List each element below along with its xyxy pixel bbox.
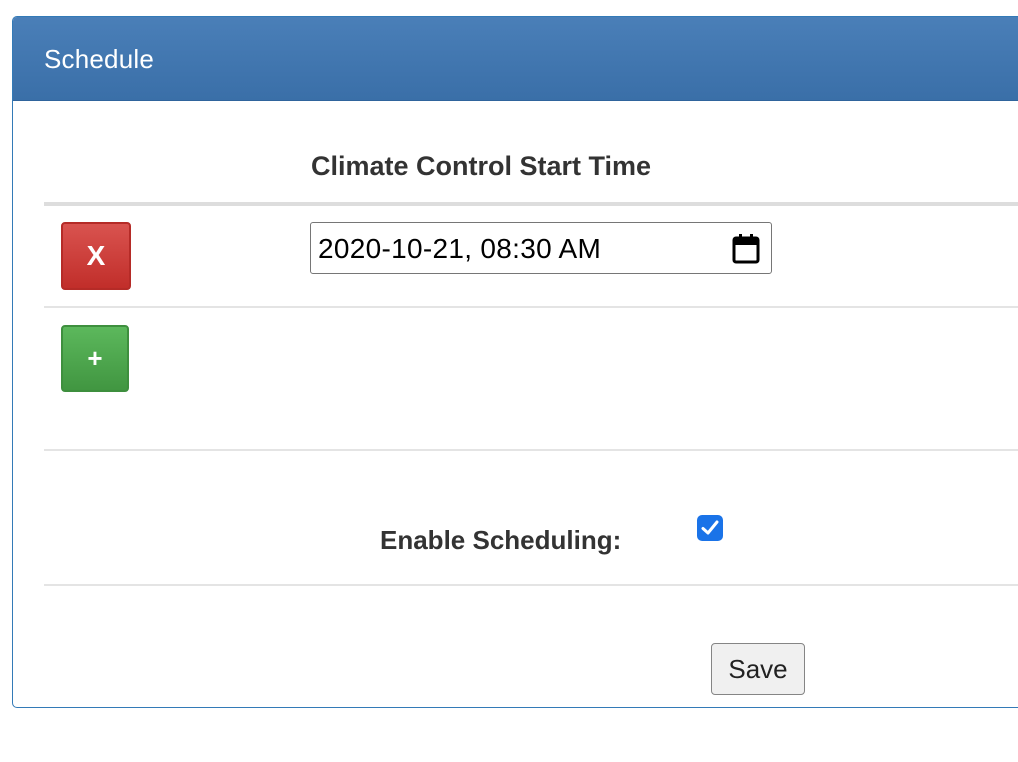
header-divider	[44, 202, 1018, 206]
remove-time-button[interactable]: X	[61, 222, 131, 290]
save-button[interactable]: Save	[711, 643, 805, 695]
panel-title: Schedule	[44, 44, 155, 74]
schedule-table: Climate Control Start Time X 2020-10-21,…	[44, 100, 1018, 707]
checkmark-icon	[701, 520, 719, 535]
start-time-value: 2020-10-21, 08:30 AM	[318, 233, 602, 264]
panel-heading: Schedule	[13, 17, 1018, 101]
schedule-panel: Schedule Climate Control Start Time X 20…	[12, 16, 1018, 708]
calendar-icon[interactable]	[731, 233, 761, 265]
row-divider	[44, 584, 1018, 586]
row-divider	[44, 306, 1018, 308]
enable-scheduling-checkbox[interactable]	[697, 515, 723, 541]
row-divider	[44, 449, 1018, 451]
add-time-button[interactable]: +	[61, 325, 129, 392]
column-header-start-time: Climate Control Start Time	[311, 151, 652, 181]
enable-scheduling-label: Enable Scheduling:	[380, 525, 622, 555]
start-time-input[interactable]: 2020-10-21, 08:30 AM	[310, 222, 772, 274]
